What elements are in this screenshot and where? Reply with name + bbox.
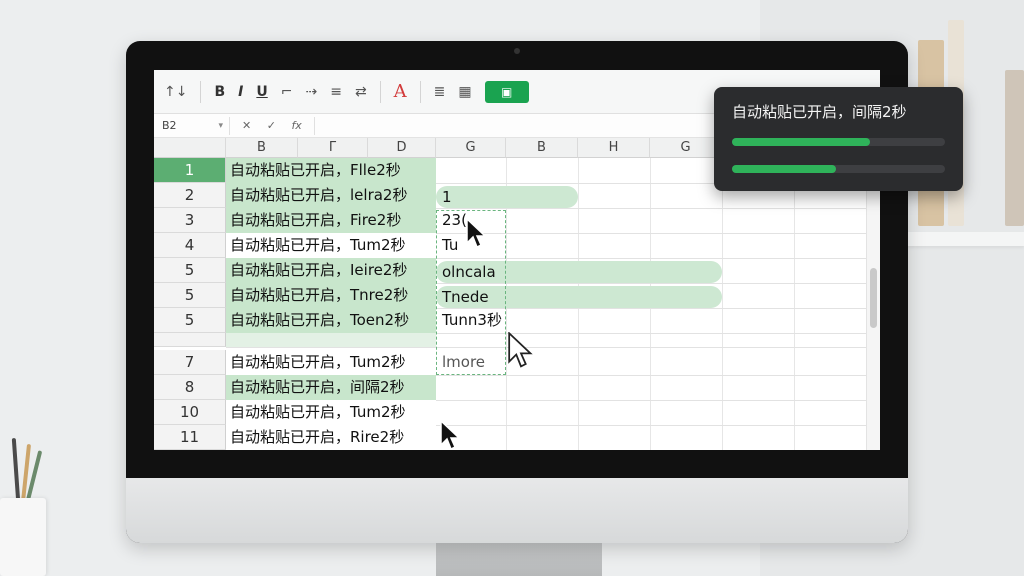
progress-track [732,165,945,173]
table-cell[interactable]: 自动粘贴已开启，Fire2秒 [226,208,436,233]
underline-icon[interactable]: U [256,81,267,103]
row-header[interactable]: 2 [154,183,226,208]
mouse-cursor-icon [466,218,487,249]
fx-icon[interactable]: fx [291,119,301,132]
row-header[interactable] [154,333,226,347]
column-header[interactable]: D [368,138,436,158]
row-header[interactable]: 3 [154,208,226,233]
scrollbar-thumb[interactable] [870,268,877,328]
toolbar-divider [419,80,421,103]
mouse-cursor-icon [440,420,461,450]
background-pen-cup [0,498,46,576]
column-header[interactable]: G [650,138,722,158]
column-header[interactable]: B [506,138,578,158]
align-icon[interactable]: ≡ [330,81,342,103]
share-button[interactable]: ▣ [484,80,529,103]
progress-track [732,138,945,146]
table-cell [226,333,436,347]
monitor-chin [126,478,908,543]
column-header-corner[interactable] [154,138,226,158]
table-cell[interactable]: 自动粘贴已开启，Tnre2秒 [226,283,436,308]
background-pencil [11,437,21,503]
table-cell[interactable]: 自动粘贴已开启，Tum2秒 [226,233,436,258]
row-header[interactable]: 5 [154,258,226,283]
table-cell[interactable]: 自动粘贴已开启，间隔2秒 [226,375,436,400]
chevron-down-icon[interactable]: ▾ [218,117,223,135]
gridline [794,158,795,450]
font-color-icon[interactable]: A [394,81,407,103]
name-box-value: B2 [162,118,177,132]
column-header[interactable]: H [578,138,650,158]
merge-icon[interactable]: ⇄ [355,81,367,103]
table-cell[interactable]: 自动粘贴已开启，Toen2秒 [226,308,436,333]
toolbar-divider [200,80,202,103]
table-style-icon[interactable]: ▦ [458,81,471,103]
row-header[interactable]: 5 [154,308,226,333]
mouse-cursor-icon [508,332,533,368]
gridline [722,158,723,450]
row-header[interactable]: 4 [154,233,226,258]
table-cell[interactable]: 自动粘贴已开启，Tum2秒 [226,350,436,375]
row-header[interactable]: 5 [154,283,226,308]
table-cell[interactable]: 自动粘贴已开启，lelra2秒 [226,183,436,208]
table-cell[interactable]: 自动粘贴已开启，Ieire2秒 [226,258,436,283]
row-header[interactable]: 11 [154,425,226,450]
row-header[interactable]: 8 [154,375,226,400]
monitor-stand [436,540,602,576]
row-header[interactable]: 10 [154,400,226,425]
row-header[interactable]: 1 [154,158,226,183]
confirm-icon[interactable]: ✓ [267,119,276,132]
table-cell[interactable]: 自动粘贴已开启，Tum2秒 [226,400,436,425]
row-header[interactable]: 7 [154,350,226,375]
cancel-icon[interactable]: ✕ [242,119,251,132]
paste-highlight[interactable]: 1 [436,186,578,208]
auto-paste-notification: 自动粘贴已开启，间隔2秒 [714,87,963,191]
bold-icon[interactable]: B [214,81,225,103]
name-box[interactable]: B2 ▾ [158,116,230,135]
sort-icon[interactable]: ↑↓ [164,81,187,103]
column-header[interactable]: B [226,138,298,158]
column-header[interactable]: Γ [298,138,368,158]
progress-bar-fill [732,165,837,173]
progress-bar-fill [732,138,871,146]
wrap-text-icon[interactable]: ≣ [434,81,446,103]
toolbar-divider [379,80,381,103]
webcam-icon [514,48,520,54]
gridline [226,347,866,348]
formula-actions: ✕ ✓ fx [230,119,302,132]
column-header[interactable]: G [436,138,506,158]
table-cell[interactable]: 自动粘贴已开启，Flle2秒 [226,158,436,183]
notification-message: 自动粘贴已开启，间隔2秒 [732,103,907,121]
border-icon[interactable]: ⇢ [305,81,317,103]
fill-color-icon[interactable]: ⌐ [281,81,293,103]
table-cell[interactable]: 自动粘贴已开启，Rire2秒 [226,425,436,450]
italic-icon[interactable]: I [238,81,243,103]
vertical-scrollbar[interactable] [866,158,880,450]
background-book [1005,70,1024,226]
